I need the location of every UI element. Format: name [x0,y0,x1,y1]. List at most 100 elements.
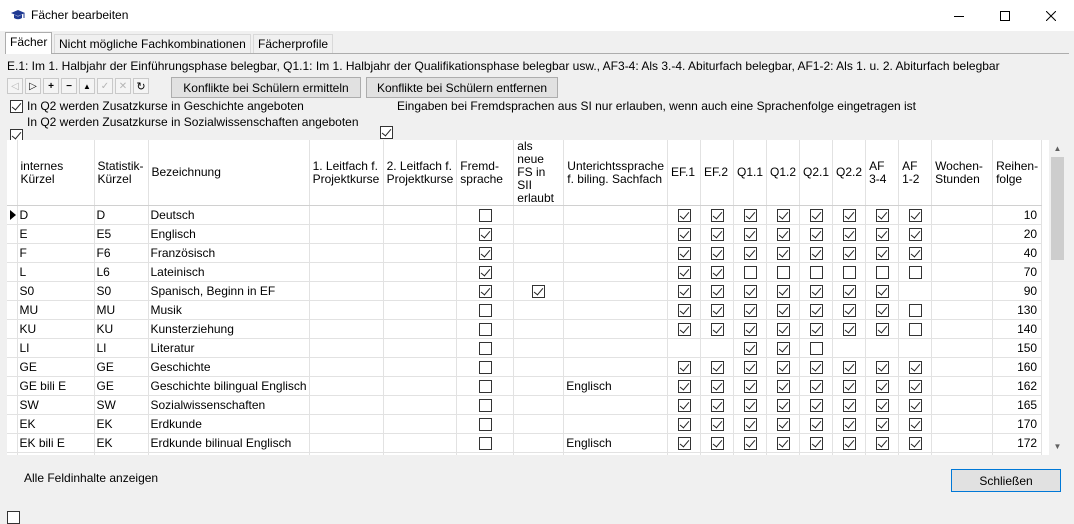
q12-checkbox[interactable] [776,361,790,375]
cell-kuerzel[interactable]: GE [17,357,95,377]
cell-wstd[interactable] [931,243,994,263]
cell-bili[interactable] [563,395,668,415]
table-row[interactable]: E E5 Englisch 20 [7,224,1043,244]
fremd-checkbox[interactable] [478,323,492,337]
ef1-checkbox[interactable] [677,399,691,413]
column-header-ef1[interactable]: EF.1 [667,140,701,206]
q21-checkbox[interactable] [809,247,823,261]
af34-checkbox[interactable] [875,304,889,318]
cell-bili[interactable]: Englisch [563,433,668,453]
cell-q21[interactable] [799,281,834,301]
cell-kuerzel[interactable]: F [17,243,95,263]
column-header-af34[interactable]: AF 3-4 [865,140,900,206]
cell-bezeichnung[interactable]: Geschichte bilingual Englisch [148,376,310,396]
row-indicator[interactable] [7,357,18,377]
cell-statistik[interactable]: L6 [94,262,149,282]
cell-af34[interactable] [865,205,900,225]
cell-af12[interactable] [898,224,933,244]
table-row[interactable]: GE bili E GE Geschichte bilingual Englisch… [7,376,1043,396]
cell-fremd[interactable] [456,433,515,453]
cell-wstd[interactable] [931,319,994,339]
cell-leit1[interactable] [309,376,384,396]
ef1-checkbox[interactable] [677,380,691,394]
af12-checkbox[interactable] [908,209,922,223]
q11-checkbox[interactable] [743,228,757,242]
cell-folge[interactable]: 165 [992,395,1043,415]
cell-leit2[interactable] [383,262,458,282]
ef1-checkbox[interactable] [677,323,691,337]
q11-checkbox[interactable] [743,437,757,451]
alle-feldinhalte-checkbox[interactable] [7,511,20,524]
column-header-neuefs[interactable]: als neue FS in SII erlaubt [513,140,565,206]
af12-checkbox[interactable] [908,437,922,451]
q11-checkbox[interactable] [743,266,757,280]
cell-statistik[interactable]: E5 [94,224,149,244]
cell-af12[interactable] [898,376,933,396]
cell-statistik[interactable]: SW [94,395,149,415]
q22-checkbox[interactable] [842,323,856,337]
cell-ef2[interactable] [700,452,734,455]
cell-kuerzel[interactable]: E [17,224,95,244]
cell-bili[interactable] [563,281,668,301]
cell-q22[interactable] [832,243,867,263]
cell-q21[interactable] [799,205,834,225]
cell-kuerzel[interactable]: KU [17,319,95,339]
q21-checkbox[interactable] [809,228,823,242]
cell-q21[interactable] [799,452,834,455]
af12-checkbox[interactable] [908,418,922,432]
tab-nicht-moegliche-fachkombinationen[interactable]: Nicht mögliche Fachkombinationen [54,34,251,54]
q12-checkbox[interactable] [776,399,790,413]
fremd-checkbox[interactable] [478,399,492,413]
cell-ef2[interactable] [700,281,734,301]
cell-af34[interactable] [865,300,900,320]
cell-q21[interactable] [799,357,834,377]
cell-fremd[interactable] [456,414,515,434]
cell-folge[interactable]: 170 [992,414,1043,434]
first-record-button[interactable]: ◁ [7,78,23,94]
table-row[interactable]: F F6 Französisch 40 [7,243,1043,263]
cell-wstd[interactable] [931,338,994,358]
cell-kuerzel[interactable]: L [17,262,95,282]
af12-checkbox[interactable] [908,361,922,375]
cell-leit1[interactable] [309,357,384,377]
cell-fremd[interactable] [456,319,515,339]
cell-q22[interactable] [832,452,867,455]
refresh-button[interactable]: ↻ [133,78,149,94]
af12-checkbox[interactable] [908,380,922,394]
cell-fremd[interactable] [456,300,515,320]
cell-folge[interactable]: 90 [992,281,1043,301]
cell-ef1[interactable] [667,205,701,225]
q21-checkbox[interactable] [809,437,823,451]
close-window-button[interactable] [1028,0,1074,31]
table-row[interactable]: SW SW Sozialwissenschaften 165 [7,395,1043,415]
cell-q22[interactable] [832,300,867,320]
cell-q21[interactable] [799,319,834,339]
q21-checkbox[interactable] [809,418,823,432]
q12-checkbox[interactable] [776,437,790,451]
add-record-button[interactable]: + [43,78,59,94]
cell-bezeichnung[interactable]: Musik [148,300,310,320]
cell-af12[interactable] [898,395,933,415]
column-header-wstd[interactable]: Wochen-Stunden [931,140,994,206]
column-header-statistik[interactable]: Statistik-Kürzel [94,140,149,206]
cell-af12[interactable] [898,357,933,377]
cell-wstd[interactable] [931,205,994,225]
row-indicator[interactable] [7,395,18,415]
q22-checkbox[interactable] [842,380,856,394]
cell-statistik[interactable]: PL [94,452,149,455]
cell-wstd[interactable] [931,414,994,434]
cell-q12[interactable] [766,281,801,301]
tab-faecher[interactable]: Fächer [5,32,53,54]
cell-statistik[interactable]: LI [94,338,149,358]
cell-neuefs[interactable] [513,376,565,396]
cell-neuefs[interactable] [513,281,565,301]
cell-bezeichnung[interactable]: Lateinisch [148,262,310,282]
cell-folge[interactable]: 162 [992,376,1043,396]
ef2-checkbox[interactable] [710,304,724,318]
cell-leit2[interactable] [383,395,458,415]
cell-bili[interactable] [563,205,668,225]
grid-vertical-scrollbar[interactable]: ▲ ▼ [1049,140,1066,455]
af34-checkbox[interactable] [875,323,889,337]
af34-checkbox[interactable] [875,247,889,261]
cell-leit1[interactable] [309,338,384,358]
